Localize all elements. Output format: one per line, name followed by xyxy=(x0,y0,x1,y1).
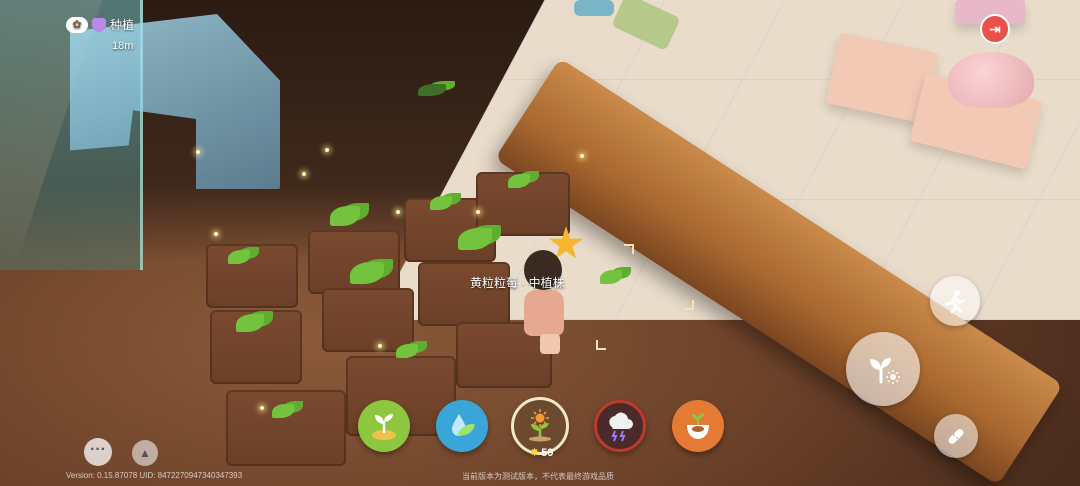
soil-plot[interactable] xyxy=(418,262,510,326)
sparkle xyxy=(476,210,480,214)
soil-plot[interactable] xyxy=(308,230,400,294)
distance-readout: 18m xyxy=(112,40,134,52)
harvest-button[interactable] xyxy=(672,400,724,452)
sparkle xyxy=(302,172,306,176)
sprout-soil-icon xyxy=(372,414,396,440)
run-button[interactable] xyxy=(930,276,980,326)
version-text: Version: 0.15.87078 UID: 847227094734034… xyxy=(66,471,243,480)
sparkle xyxy=(325,148,329,152)
soil-plot[interactable] xyxy=(226,390,346,466)
player-character[interactable] xyxy=(524,290,564,336)
seed-bag-icon xyxy=(687,413,709,439)
exit-button[interactable]: ⇥ xyxy=(980,14,1010,44)
chat-bubble-icon: ··· xyxy=(90,441,106,458)
sunlight-count-value: 59 xyxy=(541,446,554,459)
target-bracket xyxy=(624,244,634,254)
egg-ornament xyxy=(948,52,1034,108)
soil-plot[interactable] xyxy=(322,288,414,352)
player-character-legs xyxy=(540,334,560,354)
expand-button[interactable]: ▲ xyxy=(132,440,158,466)
sun-sprout-icon xyxy=(529,409,551,442)
bandage-icon xyxy=(948,429,964,444)
sparkle xyxy=(214,232,218,236)
sprout-sun-icon xyxy=(870,358,900,384)
location-indicator: ✿ 种植 xyxy=(66,16,134,33)
exit-icon: ⇥ xyxy=(989,20,1001,37)
weather-button[interactable] xyxy=(594,400,646,452)
disclaimer-text: 当前版本为测试版本，不代表最终游戏品质 xyxy=(462,472,614,481)
sun-icon: ✸ xyxy=(530,447,540,459)
sunlight-count: ✸ 59 xyxy=(530,446,554,460)
target-bracket xyxy=(596,340,606,350)
water-button[interactable] xyxy=(436,400,488,452)
sparkle xyxy=(260,406,264,410)
running-figure-icon xyxy=(944,290,965,314)
sparkle xyxy=(396,210,400,214)
sparkle xyxy=(580,154,584,158)
water-drop-leaf-icon xyxy=(452,414,475,436)
location-marker-icon xyxy=(92,17,106,32)
chat-button[interactable]: ··· xyxy=(84,438,112,466)
plant-label: 黄粒粒莓 · 中植株 xyxy=(470,276,565,290)
watering-can-icon: ✿ xyxy=(66,16,88,33)
location-label: 种植 xyxy=(110,18,135,32)
storm-cloud-icon xyxy=(609,412,633,442)
item-button[interactable] xyxy=(934,414,978,458)
chevron-up-icon: ▲ xyxy=(139,446,151,460)
soil-plot[interactable] xyxy=(206,244,298,308)
plant-seed-button[interactable] xyxy=(358,400,410,452)
sparkle xyxy=(378,344,382,348)
interact-button[interactable] xyxy=(846,332,920,406)
toy-object xyxy=(574,0,614,16)
target-bracket xyxy=(684,300,694,310)
sparkle xyxy=(196,150,200,154)
